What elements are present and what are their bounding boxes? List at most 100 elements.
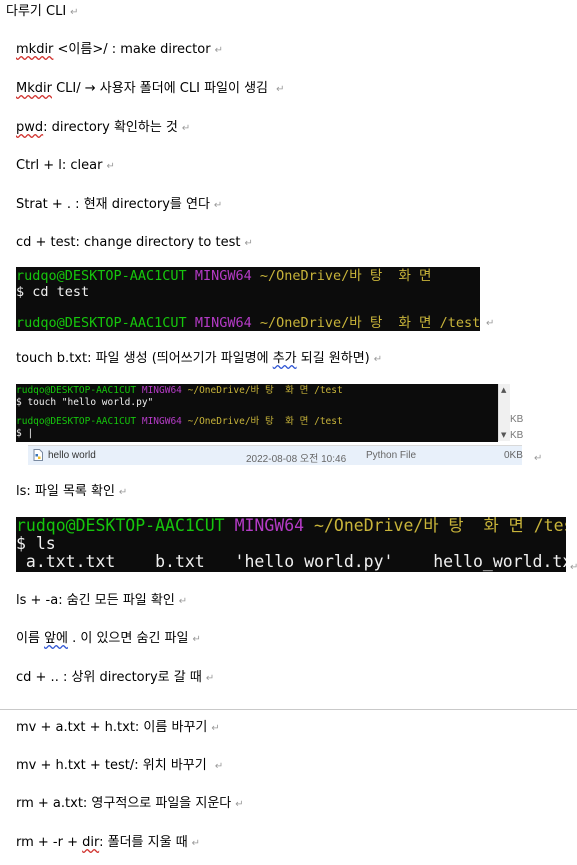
item-text: ls: 파일 목록 확인 (16, 484, 115, 499)
terminal-screenshot-touch: rudqo@DESKTOP-AAC1CUT MINGW64 ~/OneDrive… (16, 384, 498, 442)
paragraph-mark: ↵ (211, 723, 220, 734)
list-item: cd + .. : 상위 directory로 갈 때 ↵ (16, 669, 214, 688)
paragraph-mark: ↵ (106, 161, 115, 172)
scroll-down-icon[interactable]: ▼ (501, 431, 506, 439)
item-text: rm + -r + (16, 835, 83, 850)
list-item: rm + a.txt: 영구적으로 파일을 지운다 ↵ (16, 795, 244, 814)
paragraph-mark: ↵ (118, 487, 128, 498)
item-keyword: 추가 (272, 351, 297, 366)
terminal-host: MINGW64 (194, 315, 252, 331)
terminal-host: MINGW64 (234, 517, 305, 535)
paragraph-mark: ↵ (534, 453, 543, 464)
terminal-output: a.txt.txt b.txt 'hello world.py' hello_w… (16, 552, 566, 571)
item-text: mv + a.txt + h.txt: 이름 바꾸기 (16, 720, 208, 735)
item-text: ls + -a: 숨긴 모든 파일 확인 (16, 593, 175, 608)
paragraph-mark: ↵ (214, 45, 223, 56)
list-item: Mkdir CLI/ → 사용자 폴더에 CLI 파일이 생김 ↵ (16, 80, 285, 99)
terminal-command: $ touch "hello world.py" (16, 396, 154, 408)
list-item: mv + h.txt + test/: 위치 바꾸기 ↵ (16, 757, 223, 776)
list-item: rm + -r + dir: 폴더를 지울 때 ↵ (16, 834, 200, 853)
page-break-divider (0, 709, 577, 710)
terminal-user: rudqo@DESKTOP-AAC1CUT (16, 517, 225, 535)
paragraph-mark: ↵ (235, 799, 244, 810)
terminal-path: ~/OneDrive/바 탕 화 면 /test (187, 416, 343, 427)
item-text: mv + h.txt + test/: 위치 바꾸기 (16, 758, 211, 773)
item-text: cd + test: change directory to test (16, 235, 241, 250)
terminal-prompt-line: rudqo@DESKTOP-AAC1CUT MINGW64 ~/OneDrive… (16, 517, 566, 535)
file-explorer-row[interactable]: hello world 2022-08-08 오전 10:46 Python F… (28, 445, 523, 465)
file-size: 0KB (504, 450, 523, 461)
terminal-user: rudqo@DESKTOP-AAC1CUT (16, 315, 187, 331)
list-item: Ctrl + l: clear ↵ (16, 157, 115, 176)
item-text: . 이 있으면 숨긴 파일 (67, 631, 189, 646)
doc-title: 다루기 CLI ↵ (6, 3, 79, 22)
file-size-fragment: KB (510, 414, 524, 425)
terminal-command: $ ls (16, 534, 56, 553)
item-text: Strat + . : 현재 directory를 연다 (16, 197, 210, 212)
item-text: <이름>/ : make director (53, 42, 211, 57)
file-date: 2022-08-08 오전 10:46 (246, 454, 347, 465)
paragraph-mark: ↵ (213, 200, 223, 211)
list-item: 이름 앞에 . 이 있으면 숨긴 파일 ↵ (16, 630, 201, 649)
item-text: touch b.txt: 파일 생성 (띄어쓰기가 파일명에 (16, 351, 273, 366)
item-text: : 폴더를 지울 때 (99, 835, 188, 850)
terminal-cursor-line: $ | (16, 427, 34, 439)
terminal-prompt-line: rudqo@DESKTOP-AAC1CUT MINGW64 ~/OneDrive… (16, 268, 480, 284)
item-keyword: Mkdir (16, 81, 52, 96)
terminal-host: MINGW64 (194, 268, 252, 284)
terminal-screenshot-cd: rudqo@DESKTOP-AAC1CUT MINGW64 ~/OneDrive… (16, 267, 480, 331)
item-text: : directory 확인하는 것 (43, 120, 178, 135)
list-item: touch b.txt: 파일 생성 (띄어쓰기가 파일명에 추가 되길 원하면… (16, 350, 382, 369)
terminal-scrollbar[interactable]: ▲ ▼ (498, 384, 510, 441)
python-file-icon (33, 449, 43, 464)
paragraph-mark: ↵ (244, 238, 253, 249)
terminal-host: MINGW64 (141, 416, 182, 427)
paragraph-mark: ↵ (486, 318, 495, 329)
item-keyword: pwd (16, 120, 44, 135)
terminal-screenshot-ls: rudqo@DESKTOP-AAC1CUT MINGW64 ~/OneDrive… (16, 517, 566, 572)
terminal-path: ~/OneDrive/바 탕 화 면 /test (259, 315, 480, 331)
file-type: Python File (366, 450, 417, 461)
scroll-up-icon[interactable]: ▲ (501, 386, 506, 394)
item-text: CLI/ → 사용자 폴더에 CLI 파일이 생김 (51, 81, 273, 96)
list-item: pwd: directory 확인하는 것 ↵ (16, 119, 190, 138)
terminal-path: ~/OneDrive/바 탕 화 면 (259, 268, 432, 284)
item-keyword: mkdir (16, 42, 54, 57)
paragraph-mark: ↵ (191, 838, 201, 849)
item-keyword: dir (82, 835, 100, 850)
file-size-fragment: KB (510, 430, 524, 441)
terminal-user: rudqo@DESKTOP-AAC1CUT (16, 385, 137, 396)
item-text: rm + a.txt: 영구적으로 파일을 지운다 (16, 796, 232, 811)
list-item: mkdir <이름>/ : make director ↵ (16, 41, 223, 60)
terminal-user: rudqo@DESKTOP-AAC1CUT (16, 268, 187, 284)
file-name: hello world (48, 450, 96, 461)
list-item: Strat + . : 현재 directory를 연다 ↵ (16, 196, 222, 215)
doc-title-text: 다루기 CLI (6, 4, 67, 19)
terminal-path: ~/OneDrive/바 탕 화 면 /test (314, 517, 566, 535)
paragraph-mark: ↵ (570, 562, 577, 573)
paragraph-mark: ↵ (70, 7, 79, 18)
paragraph-mark: ↵ (178, 596, 188, 607)
terminal-prompt-line: rudqo@DESKTOP-AAC1CUT MINGW64 ~/OneDrive… (16, 385, 498, 397)
item-text: Ctrl + l: clear (16, 158, 103, 173)
paragraph-mark: ↵ (373, 354, 383, 365)
paragraph-mark: ↵ (181, 123, 191, 134)
paragraph-mark: ↵ (192, 634, 201, 645)
terminal-user: rudqo@DESKTOP-AAC1CUT (16, 416, 137, 427)
item-text: 이름 (16, 631, 45, 646)
terminal-host: MINGW64 (141, 385, 182, 396)
terminal-prompt-line: rudqo@DESKTOP-AAC1CUT MINGW64 ~/OneDrive… (16, 315, 480, 331)
list-item: ls: 파일 목록 확인 ↵ (16, 483, 127, 502)
terminal-path: ~/OneDrive/바 탕 화 면 /test (187, 385, 343, 396)
paragraph-mark: ↵ (276, 84, 285, 95)
paragraph-mark: ↵ (205, 673, 215, 684)
item-text: 되길 원하면) (296, 351, 370, 366)
paragraph-mark: ↵ (214, 761, 224, 772)
list-item: cd + test: change directory to test ↵ (16, 234, 253, 253)
terminal-command: $ cd test (16, 284, 90, 300)
terminal-prompt-line: rudqo@DESKTOP-AAC1CUT MINGW64 ~/OneDrive… (16, 416, 498, 428)
item-keyword: 앞에 (44, 631, 68, 646)
list-item: ls + -a: 숨긴 모든 파일 확인 ↵ (16, 592, 187, 611)
item-text: cd + .. : 상위 directory로 갈 때 (16, 670, 202, 685)
list-item: mv + a.txt + h.txt: 이름 바꾸기 ↵ (16, 719, 220, 738)
